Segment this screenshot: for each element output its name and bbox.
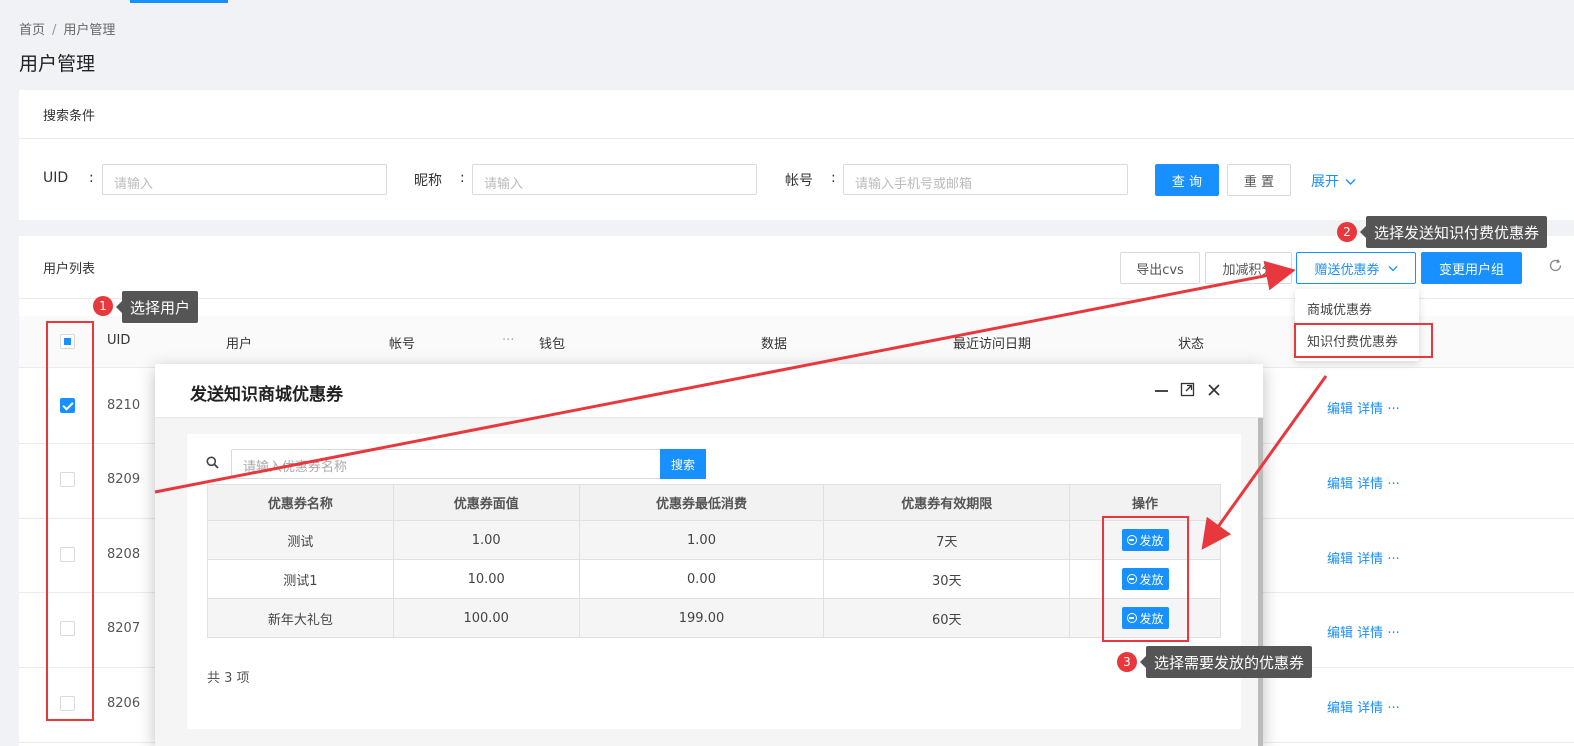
annotation-tip-3: 选择需要发放的优惠券 — [1139, 646, 1313, 678]
annotation-badge-3: 3 — [1117, 652, 1137, 672]
arrow-to-coupon-button — [154, 260, 1296, 494]
arrow-to-issue-buttons — [1201, 375, 1328, 550]
annotation-badge-2: 2 — [1337, 222, 1357, 242]
annotation-tip-1: 选择用户 — [115, 291, 199, 323]
annotation-arrows — [154, 260, 1328, 550]
annotation-tip-2: 选择发送知识付费优惠券 — [1359, 216, 1548, 248]
annotation-badge-1: 1 — [93, 296, 113, 316]
